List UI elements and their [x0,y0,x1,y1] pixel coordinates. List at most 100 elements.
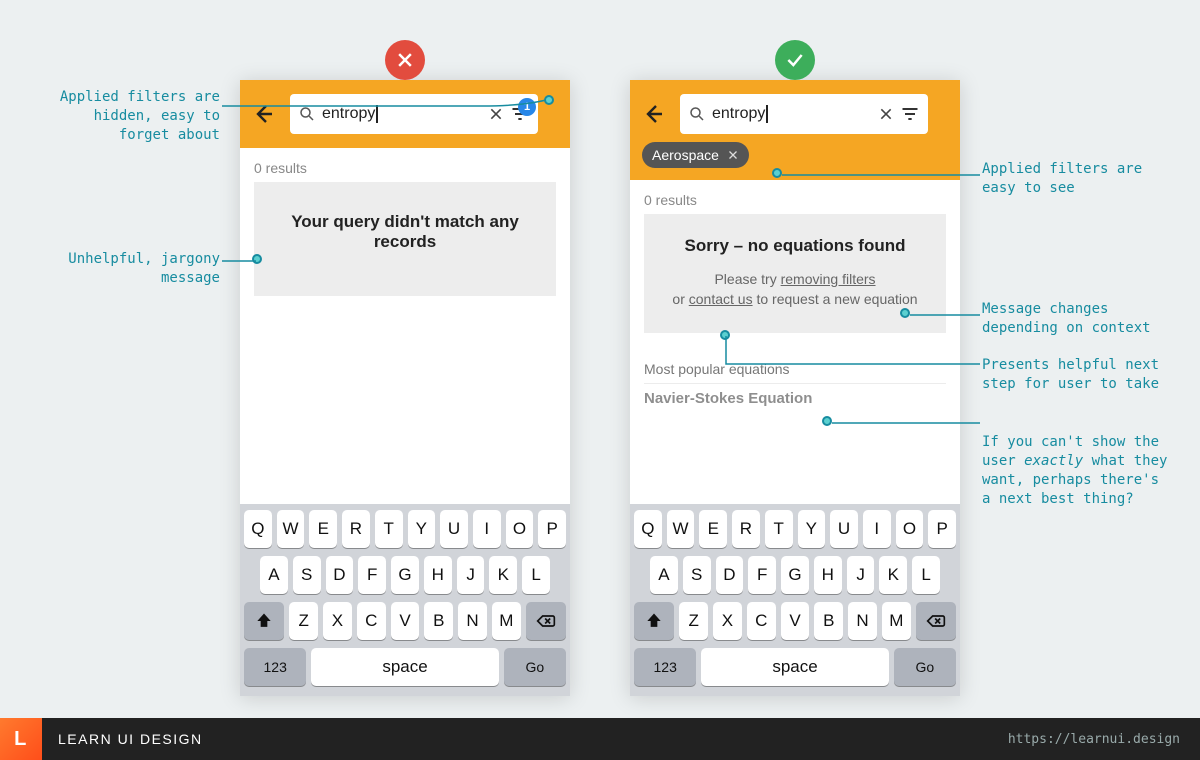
key-e[interactable]: E [699,510,727,548]
key-y[interactable]: Y [798,510,826,548]
popular-row[interactable]: Navier-Stokes Equation [644,383,946,407]
key-c[interactable]: C [357,602,386,640]
empty-subtext: Please try removing filters or contact u… [658,270,932,309]
shift-icon [254,611,274,631]
annotation-dot [900,308,910,318]
key-d[interactable]: D [326,556,354,594]
key-q[interactable]: Q [244,510,272,548]
chip-remove-icon[interactable] [727,149,739,161]
key-y[interactable]: Y [408,510,436,548]
clear-input-icon[interactable] [488,106,504,122]
search-bar: entropy 1 [240,80,570,148]
key-k[interactable]: K [879,556,907,594]
contact-us-link[interactable]: contact us [689,291,753,307]
note-jargony: Unhelpful, jargony message [30,250,220,288]
shift-icon [644,611,664,631]
key-j[interactable]: J [847,556,875,594]
key-t[interactable]: T [375,510,403,548]
key-go[interactable]: Go [894,648,956,686]
annotation-dot [822,416,832,426]
key-l[interactable]: L [912,556,940,594]
key-r[interactable]: R [732,510,760,548]
key-m[interactable]: M [882,602,911,640]
key-a[interactable]: A [650,556,678,594]
key-t[interactable]: T [765,510,793,548]
filter-icon[interactable] [900,104,920,124]
filter-chip[interactable]: Aerospace [642,142,749,168]
back-arrow-icon[interactable] [252,102,276,126]
search-input[interactable]: entropy [712,105,768,123]
check-icon [785,50,805,70]
key-k[interactable]: K [489,556,517,594]
key-shift[interactable] [634,602,674,640]
backspace-icon [536,611,556,631]
key-backspace[interactable] [916,602,956,640]
key-go[interactable]: Go [504,648,566,686]
key-f[interactable]: F [748,556,776,594]
note-hidden-filters: Applied filters are hidden, easy to forg… [30,88,220,145]
x-icon [395,50,415,70]
key-shift[interactable] [244,602,284,640]
key-b[interactable]: B [814,602,843,640]
key-z[interactable]: Z [289,602,318,640]
key-v[interactable]: V [781,602,810,640]
filter-chip-row: Aerospace [630,142,960,180]
key-l[interactable]: L [522,556,550,594]
key-123[interactable]: 123 [634,648,696,686]
empty-title: Your query didn't match any records [268,212,542,252]
key-x[interactable]: X [323,602,352,640]
key-backspace[interactable] [526,602,566,640]
key-u[interactable]: U [830,510,858,548]
back-arrow-icon[interactable] [642,102,666,126]
clear-input-icon[interactable] [878,106,894,122]
key-i[interactable]: I [863,510,891,548]
search-input[interactable]: entropy [322,105,378,123]
key-s[interactable]: S [683,556,711,594]
key-c[interactable]: C [747,602,776,640]
key-g[interactable]: G [391,556,419,594]
key-a[interactable]: A [260,556,288,594]
key-n[interactable]: N [458,602,487,640]
key-i[interactable]: I [473,510,501,548]
key-h[interactable]: H [814,556,842,594]
key-h[interactable]: H [424,556,452,594]
key-o[interactable]: O [506,510,534,548]
key-space[interactable]: space [701,648,888,686]
key-space[interactable]: space [311,648,498,686]
result-count: 0 results [254,160,556,176]
chip-label: Aerospace [652,147,719,163]
key-u[interactable]: U [440,510,468,548]
note-next-best: If you can't show the user exactly what … [982,414,1182,508]
key-j[interactable]: J [457,556,485,594]
key-s[interactable]: S [293,556,321,594]
good-example-phone: entropy Aerospace 0 results Sorry [630,80,960,696]
results-area: 0 results Sorry – no equations found Ple… [630,180,960,407]
key-e[interactable]: E [309,510,337,548]
key-f[interactable]: F [358,556,386,594]
key-q[interactable]: Q [634,510,662,548]
key-n[interactable]: N [848,602,877,640]
search-box[interactable]: entropy 1 [290,94,538,134]
key-v[interactable]: V [391,602,420,640]
key-z[interactable]: Z [679,602,708,640]
results-area: 0 results Your query didn't match any re… [240,148,570,296]
key-p[interactable]: P [538,510,566,548]
key-d[interactable]: D [716,556,744,594]
key-o[interactable]: O [896,510,924,548]
key-g[interactable]: G [781,556,809,594]
key-p[interactable]: P [928,510,956,548]
key-w[interactable]: W [667,510,695,548]
search-box[interactable]: entropy [680,94,928,134]
key-x[interactable]: X [713,602,742,640]
key-r[interactable]: R [342,510,370,548]
key-b[interactable]: B [424,602,453,640]
bad-example-phone: entropy 1 0 results Your query didn't ma… [240,80,570,696]
footer-bar: L LEARN UI DESIGN https://learnui.design [0,718,1200,760]
key-123[interactable]: 123 [244,648,306,686]
key-w[interactable]: W [277,510,305,548]
filter-icon[interactable]: 1 [510,104,530,124]
brand-logo: L [0,718,42,760]
annotation-dot [252,254,262,264]
key-m[interactable]: M [492,602,521,640]
removing-filters-link[interactable]: removing filters [781,271,876,287]
